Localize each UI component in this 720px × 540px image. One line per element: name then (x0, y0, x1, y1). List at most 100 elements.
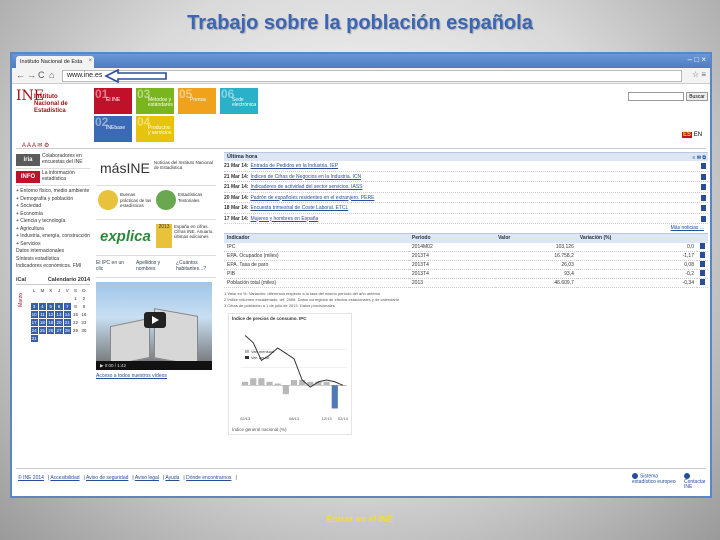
ipc-chart[interactable]: Índice de precios de consumo. IPC 02/13 0… (228, 312, 352, 435)
news-link[interactable]: Indicadores de actividad del sector serv… (250, 184, 362, 190)
pdf-icon[interactable] (701, 163, 706, 169)
footer-link[interactable]: © INE 2014 (18, 475, 44, 481)
indicator-icon[interactable] (697, 242, 708, 252)
calendar-day[interactable]: 12 (47, 310, 55, 318)
lang-es[interactable]: ES (682, 132, 693, 138)
indicator-name[interactable]: IPC (224, 242, 409, 252)
pdf-icon[interactable] (700, 251, 705, 258)
pdf-icon[interactable] (700, 269, 705, 276)
indicator-icon[interactable] (697, 260, 708, 270)
sidebar-item[interactable]: + Agricultura (16, 226, 90, 234)
calendar-day[interactable]: 24 (30, 326, 38, 334)
table-row[interactable]: Población total (miles) 2013 46.609,7 -0,34 (224, 278, 708, 288)
contact-link[interactable]: Contactar INE (684, 473, 710, 491)
search-input[interactable] (628, 92, 684, 101)
news-link[interactable]: Mujeres y hombres en España (250, 216, 318, 222)
video-player[interactable]: ▶ 0:00 / 1:42 (96, 282, 212, 370)
home-icon[interactable]: ⌂ (49, 70, 54, 80)
sidebar-item[interactable]: + Economía (16, 211, 90, 219)
news-item[interactable]: 21 Mar 14: Entrada de Pedidos en la Indus… (224, 161, 708, 172)
sidebar-item[interactable]: Síntesis estadística (16, 256, 90, 264)
sidebar-item[interactable]: + Entorno físico, medio ambiente (16, 188, 90, 196)
practices-card[interactable]: Buenas prácticas de las estadísticas Est… (96, 186, 216, 220)
sidebar-info[interactable]: INFO La información estadística (16, 169, 90, 186)
browser-tab[interactable]: Instituto Nacional de Esta × (16, 56, 94, 68)
news-item[interactable]: 21 Mar 14: Indicadores de actividad del s… (224, 182, 708, 193)
calendar-day[interactable]: 26 (47, 326, 55, 334)
news-item[interactable]: 18 Mar 14: Encuesta trimestral de Coste L… (224, 203, 708, 214)
calendar-day[interactable]: 25 (38, 326, 47, 334)
news-item[interactable]: 20 Mar 14: Padrón de españoles residentes… (224, 193, 708, 203)
indicator-name[interactable]: Población total (miles) (224, 278, 409, 288)
calendar-day[interactable]: 14 (63, 310, 71, 318)
footer-link[interactable]: Aviso legal (135, 475, 159, 481)
calendar-title[interactable]: Calendario 2014 (48, 275, 90, 285)
calendar-day[interactable]: 19 (47, 318, 55, 326)
sidebar-item[interactable]: Indicadores económicos. FMI (16, 263, 90, 271)
sidebar-item[interactable]: + Sociedad (16, 203, 90, 211)
indicator-icon[interactable] (697, 251, 708, 261)
forward-icon[interactable]: → (27, 70, 36, 80)
close-tab-icon[interactable]: × (88, 58, 92, 64)
pdf-icon[interactable] (701, 173, 706, 180)
sidebar-item[interactable]: + Ciencia y tecnología (16, 218, 90, 226)
calendar-day[interactable]: 9 (80, 303, 87, 310)
sidebar-item[interactable]: + Servicios (16, 241, 90, 249)
calendar-day[interactable]: 31 (30, 334, 38, 342)
calendar-day[interactable]: 21 (63, 318, 71, 326)
search-button[interactable]: Buscar (686, 92, 708, 101)
table-row[interactable]: IPC 2014M02 103,126 0,0 (224, 242, 708, 252)
table-row[interactable]: PIB 2013T4 93,4 -0,2 (224, 269, 708, 279)
back-icon[interactable]: ← (16, 70, 25, 80)
calendar-day[interactable]: 30 (80, 327, 87, 334)
tile-0[interactable]: 01 El INE (94, 88, 132, 114)
calendar-day[interactable]: 15 (72, 311, 79, 318)
tile-3[interactable]: 06 Sede electrónica (220, 88, 258, 114)
tile-5[interactable]: 04 Productos y servicios (136, 116, 174, 142)
calendar-day[interactable]: 23 (80, 319, 87, 326)
sidebar-item[interactable]: Datos internacionales (16, 248, 90, 256)
calendar-day[interactable]: 7 (63, 302, 71, 310)
pdf-icon[interactable] (701, 205, 706, 211)
reload-icon[interactable]: C (38, 70, 45, 80)
calendar-day[interactable]: 4 (38, 302, 47, 310)
indicator-name[interactable]: PIB (224, 269, 409, 279)
tile-2[interactable]: 05 Prensa (178, 88, 216, 114)
footer-link[interactable]: Ayuda (165, 475, 179, 481)
sidebar-iria[interactable]: iria Colaboradores en encuestas del INE (16, 152, 90, 169)
calendar-day[interactable]: 3 (30, 302, 38, 310)
calendar-day[interactable]: 13 (55, 310, 63, 318)
indicator-icon[interactable] (697, 278, 708, 288)
pdf-icon[interactable] (701, 194, 706, 201)
indicator-name[interactable]: EPA. Tasa de paro (224, 260, 409, 270)
footer-link[interactable]: Aviso de seguridad (86, 475, 128, 481)
calendar-day[interactable]: 27 (55, 326, 63, 334)
masine-card[interactable]: másINE Noticias del Instituto Nacional d… (96, 152, 216, 186)
sidebar-item[interactable]: + Industria, energía, construcción (16, 233, 90, 241)
footer-link[interactable]: Dónde encontrarnos (186, 475, 231, 481)
calendar-day[interactable]: 17 (30, 318, 38, 326)
pdf-icon[interactable] (701, 184, 706, 190)
lang-en[interactable]: EN (694, 132, 702, 138)
ine-logo[interactable]: INE Instituto Nacional de Estadística A … (16, 89, 86, 149)
language-switch[interactable]: ES EN (682, 132, 702, 138)
calendar-day[interactable]: 20 (55, 318, 63, 326)
calendar-day[interactable]: 29 (72, 327, 79, 334)
news-item[interactable]: 21 Mar 14: Índices de Cifras de Negocios … (224, 172, 708, 182)
ipc-click-link[interactable]: El IPC en un clic (96, 260, 132, 272)
tile-4[interactable]: 02 INEbase (94, 116, 132, 142)
table-row[interactable]: EPA. Ocupados (miles) 2013T4 16.758,2 -1,17 (224, 251, 708, 261)
pdf-icon[interactable] (700, 278, 705, 285)
news-link[interactable]: Entrada de Pedidos en la Industria. IEP (250, 163, 338, 169)
inhabitants-link[interactable]: ¿Cuántos habitantes...? (176, 260, 216, 272)
more-news-link[interactable]: Más noticias ... (224, 224, 708, 233)
indicator-icon[interactable] (697, 269, 708, 279)
sidebar-item[interactable]: + Demografía y población (16, 196, 90, 204)
calendar-day[interactable]: 8 (72, 303, 79, 310)
calendar-day[interactable]: 28 (63, 326, 71, 334)
names-link[interactable]: Apellidos y nombres (136, 260, 172, 272)
ical-link[interactable]: iCal (16, 277, 26, 283)
bookmark-menu-icons[interactable]: ☆ ≡ (692, 70, 706, 79)
calendar-day[interactable]: 1 (72, 295, 79, 302)
ess-link[interactable]: Sistema estadístico europeo (632, 473, 680, 485)
